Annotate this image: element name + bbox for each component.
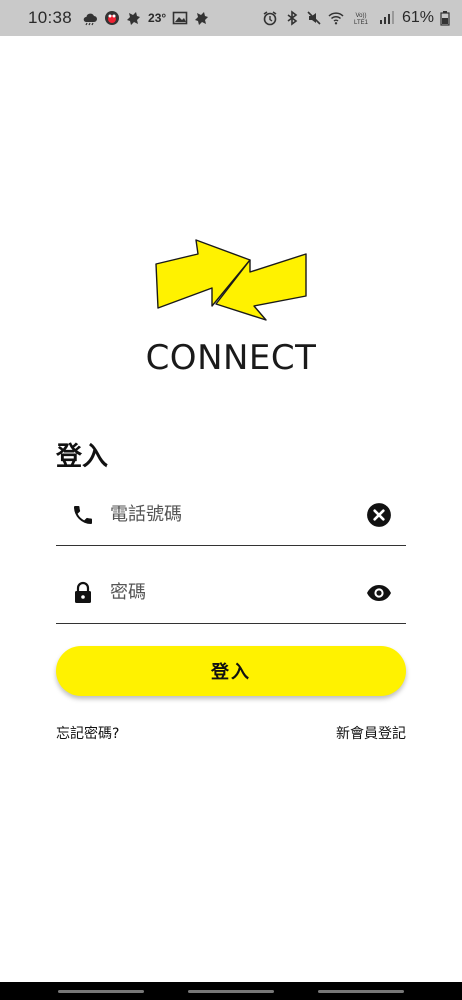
volte-icon: Vo)) LTE1	[350, 10, 372, 26]
phone-icon	[70, 502, 96, 528]
navigation-bar	[0, 982, 462, 1000]
phone-field	[56, 484, 406, 546]
logo-wordmark: CONNECT	[145, 338, 317, 378]
eye-icon[interactable]	[366, 580, 392, 606]
alarm-icon	[262, 10, 278, 26]
bluetooth-icon	[284, 10, 300, 26]
svg-text:Vo)): Vo))	[355, 13, 366, 19]
nav-home-handle[interactable]	[188, 990, 274, 993]
logo-arrows-icon	[154, 238, 308, 322]
status-time: 10:38	[28, 8, 73, 27]
mute-icon	[306, 10, 322, 26]
nav-back-handle[interactable]	[318, 990, 404, 993]
gallery-icon	[172, 10, 188, 26]
svg-text:LTE1: LTE1	[354, 20, 369, 26]
battery-percent: 61%	[401, 9, 434, 26]
battery-icon	[440, 10, 450, 26]
clear-icon[interactable]	[366, 502, 392, 528]
password-field	[56, 562, 406, 624]
cloud-icon	[82, 10, 98, 26]
lock-icon	[70, 580, 96, 606]
nav-recents-handle[interactable]	[58, 990, 144, 993]
notification-icon	[194, 10, 210, 26]
phone-input[interactable]	[110, 499, 366, 530]
status-temperature: 23°	[148, 11, 167, 25]
notification-icon	[126, 10, 142, 26]
status-bar-right: Vo)) LTE1 61%	[262, 9, 450, 27]
page-title: 登入	[56, 442, 109, 472]
wifi-icon	[328, 10, 344, 26]
login-button[interactable]: 登入	[56, 646, 406, 696]
weather-sticker-icon	[104, 10, 120, 26]
status-bar-left: 10:38 23°	[28, 8, 210, 28]
password-input[interactable]	[110, 577, 366, 608]
signal-icon	[378, 10, 394, 26]
register-link[interactable]: 新會員登記	[336, 723, 406, 743]
status-bar: 10:38 23° Vo)) LTE1 61%	[0, 0, 462, 36]
forgot-password-link[interactable]: 忘記密碼?	[56, 723, 119, 743]
